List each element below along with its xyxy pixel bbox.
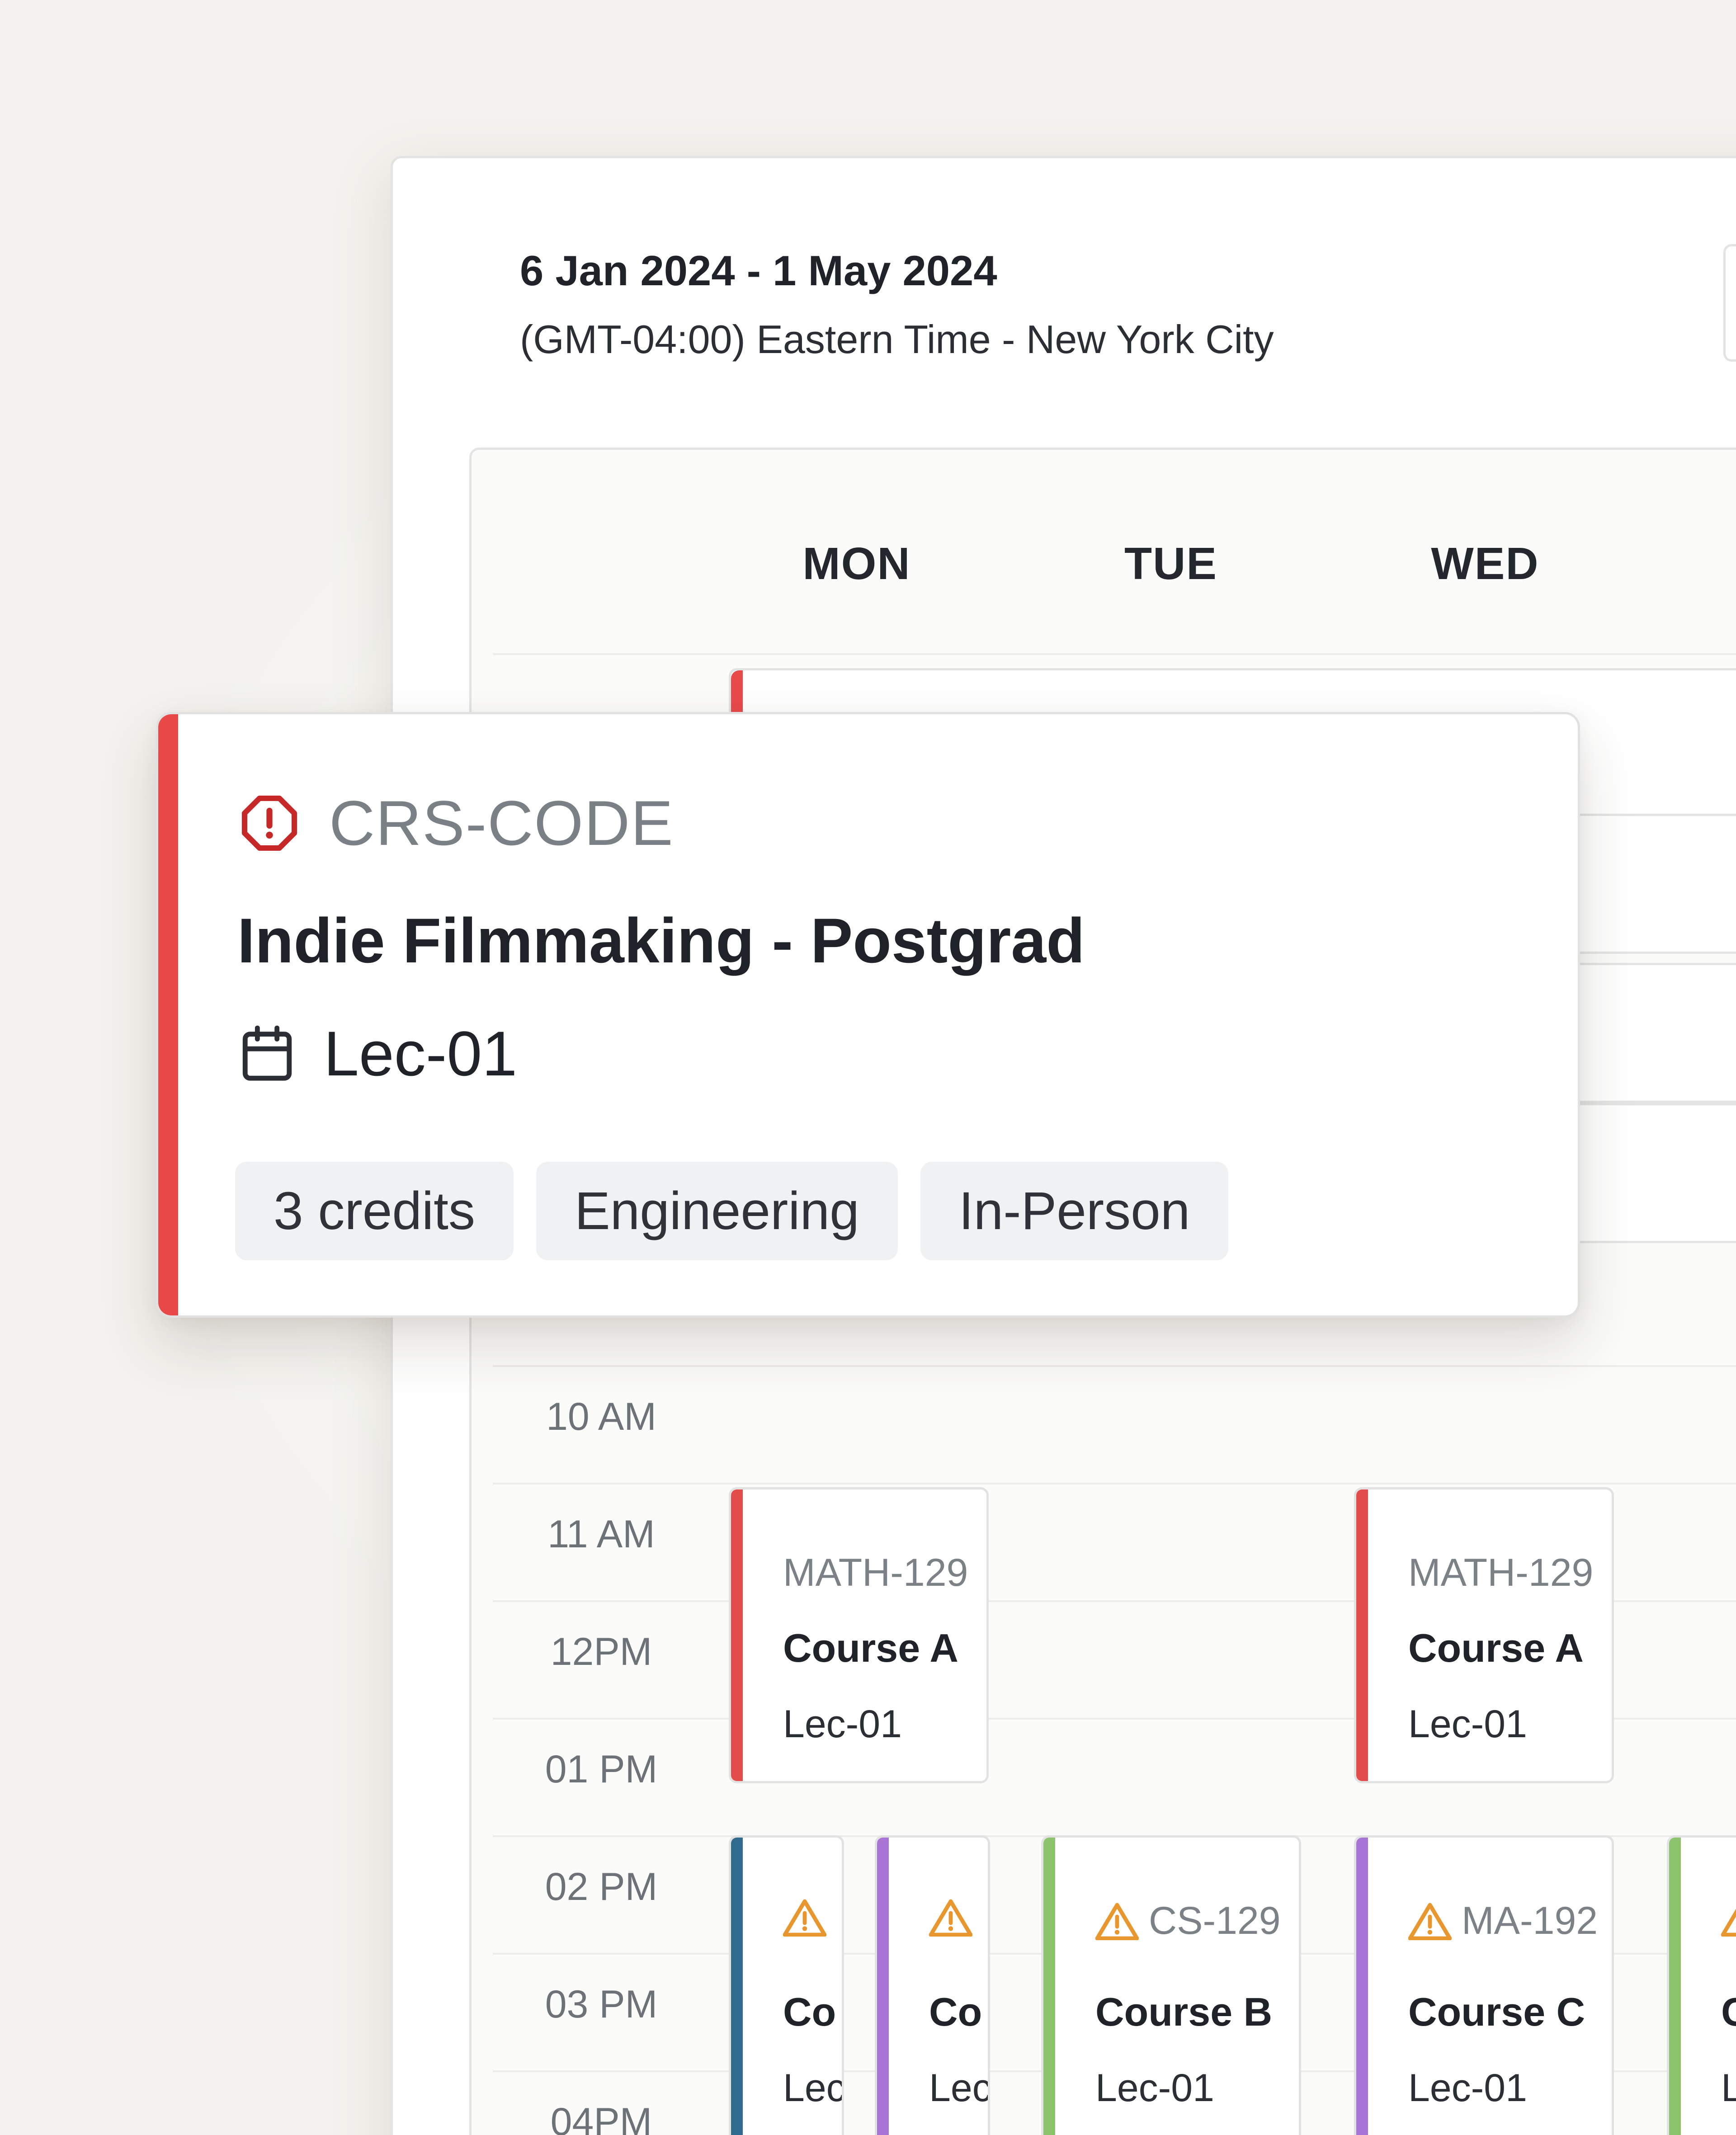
event-color-bar (731, 1838, 743, 2135)
event-code: MATH-129 (783, 1551, 968, 1594)
event-section: Lec (783, 2066, 844, 2110)
event-color-bar (1669, 1838, 1681, 2135)
popover-color-bar (158, 714, 178, 1315)
event-block-obscured[interactable] (1555, 1103, 1736, 1243)
event-section: Lec-01 (1095, 2066, 1214, 2110)
time-label: 02 PM (545, 1865, 658, 1909)
day-header-tue: TUE (1124, 538, 1217, 589)
event-name: Course A (783, 1626, 958, 1670)
popover-section: Lec-01 (240, 1017, 517, 1090)
event-block[interactable]: Co Lec (875, 1835, 990, 2135)
event-name: Co (929, 1989, 982, 2034)
event-block[interactable]: CS-129 Course B Lec-01 (1041, 1835, 1301, 2135)
event-block[interactable]: MA-192 Course C Lec-01 (1354, 1835, 1614, 2135)
event-section: Lec-01 (783, 1702, 902, 1746)
event-color-bar (731, 1489, 743, 1781)
event-section: Lec (929, 2066, 990, 2110)
date-range: 6 Jan 2024 - 1 May 2024 (520, 247, 997, 294)
event-name: C (1721, 1989, 1736, 2035)
event-block[interactable]: MATH-129 Course A Lec-01 (1354, 1487, 1614, 1783)
event-code: MA-192 (1408, 1899, 1598, 1943)
event-color-bar (877, 1838, 889, 2135)
event-color-bar (1043, 1838, 1055, 2135)
time-label: 04PM (550, 2100, 652, 2135)
event-color-bar (1356, 1489, 1368, 1781)
tag-delivery-mode: In-Person (920, 1162, 1229, 1260)
warning-icon (783, 1899, 826, 1937)
time-label: 12PM (550, 1630, 652, 1673)
event-block[interactable]: C L (1667, 1835, 1736, 2135)
event-name: Co (783, 1989, 836, 2034)
event-code (783, 1899, 836, 1937)
day-header-mon: MON (802, 538, 911, 589)
popover-title: Indie Filmmaking - Postgrad (237, 905, 1085, 976)
event-name: Course A (1408, 1626, 1584, 1670)
event-name: Course B (1095, 1989, 1273, 2034)
event-color-bar (1356, 1838, 1368, 2135)
tag-credits: 3 credits (235, 1162, 514, 1260)
event-block-obscured[interactable] (1555, 963, 1736, 1103)
event-code (929, 1899, 982, 1937)
event-code (1721, 1899, 1736, 1937)
event-section: Lec-01 (1408, 1702, 1527, 1746)
warning-icon (929, 1899, 972, 1937)
course-popover[interactable]: CRS-CODE Indie Filmmaking - Postgrad Lec… (156, 712, 1580, 1318)
grid-line (493, 1365, 1736, 1367)
grid-line (493, 1483, 1736, 1485)
alert-octagon-icon (241, 795, 297, 851)
event-section: L (1721, 2066, 1736, 2111)
popover-code: CRS-CODE (240, 787, 674, 860)
time-label: 11 AM (547, 1513, 655, 1556)
popover-tags: 3 credits Engineering In-Person (235, 1162, 1229, 1260)
time-label: 10 AM (546, 1395, 656, 1438)
event-section: Lec-01 (1408, 2066, 1527, 2110)
tag-department: Engineering (536, 1162, 898, 1260)
event-block[interactable]: MATH-129 Course A Lec-01 (729, 1487, 989, 1783)
day-header-wed: WED (1431, 538, 1539, 589)
event-block[interactable]: Co Lec (729, 1835, 844, 2135)
warning-icon (1721, 1909, 1736, 1937)
popover-code-text: CRS-CODE (329, 787, 674, 858)
time-label: 03 PM (545, 1983, 658, 2026)
timezone-label[interactable]: (GMT-04:00) Eastern Time - New York City (520, 316, 1274, 363)
event-code: MATH-129 (1408, 1551, 1594, 1594)
grid-line (493, 653, 1736, 655)
event-block-obscured[interactable] (1555, 814, 1736, 954)
warning-icon (1095, 1903, 1139, 1940)
event-code: CS-129 (1095, 1899, 1281, 1943)
time-label: 01 PM (545, 1748, 658, 1791)
warning-icon (1408, 1903, 1452, 1940)
view-toggle-button[interactable] (1723, 244, 1736, 362)
calendar-icon (242, 1025, 292, 1081)
event-name: Course C (1408, 1989, 1585, 2034)
popover-section-text: Lec-01 (324, 1018, 518, 1089)
